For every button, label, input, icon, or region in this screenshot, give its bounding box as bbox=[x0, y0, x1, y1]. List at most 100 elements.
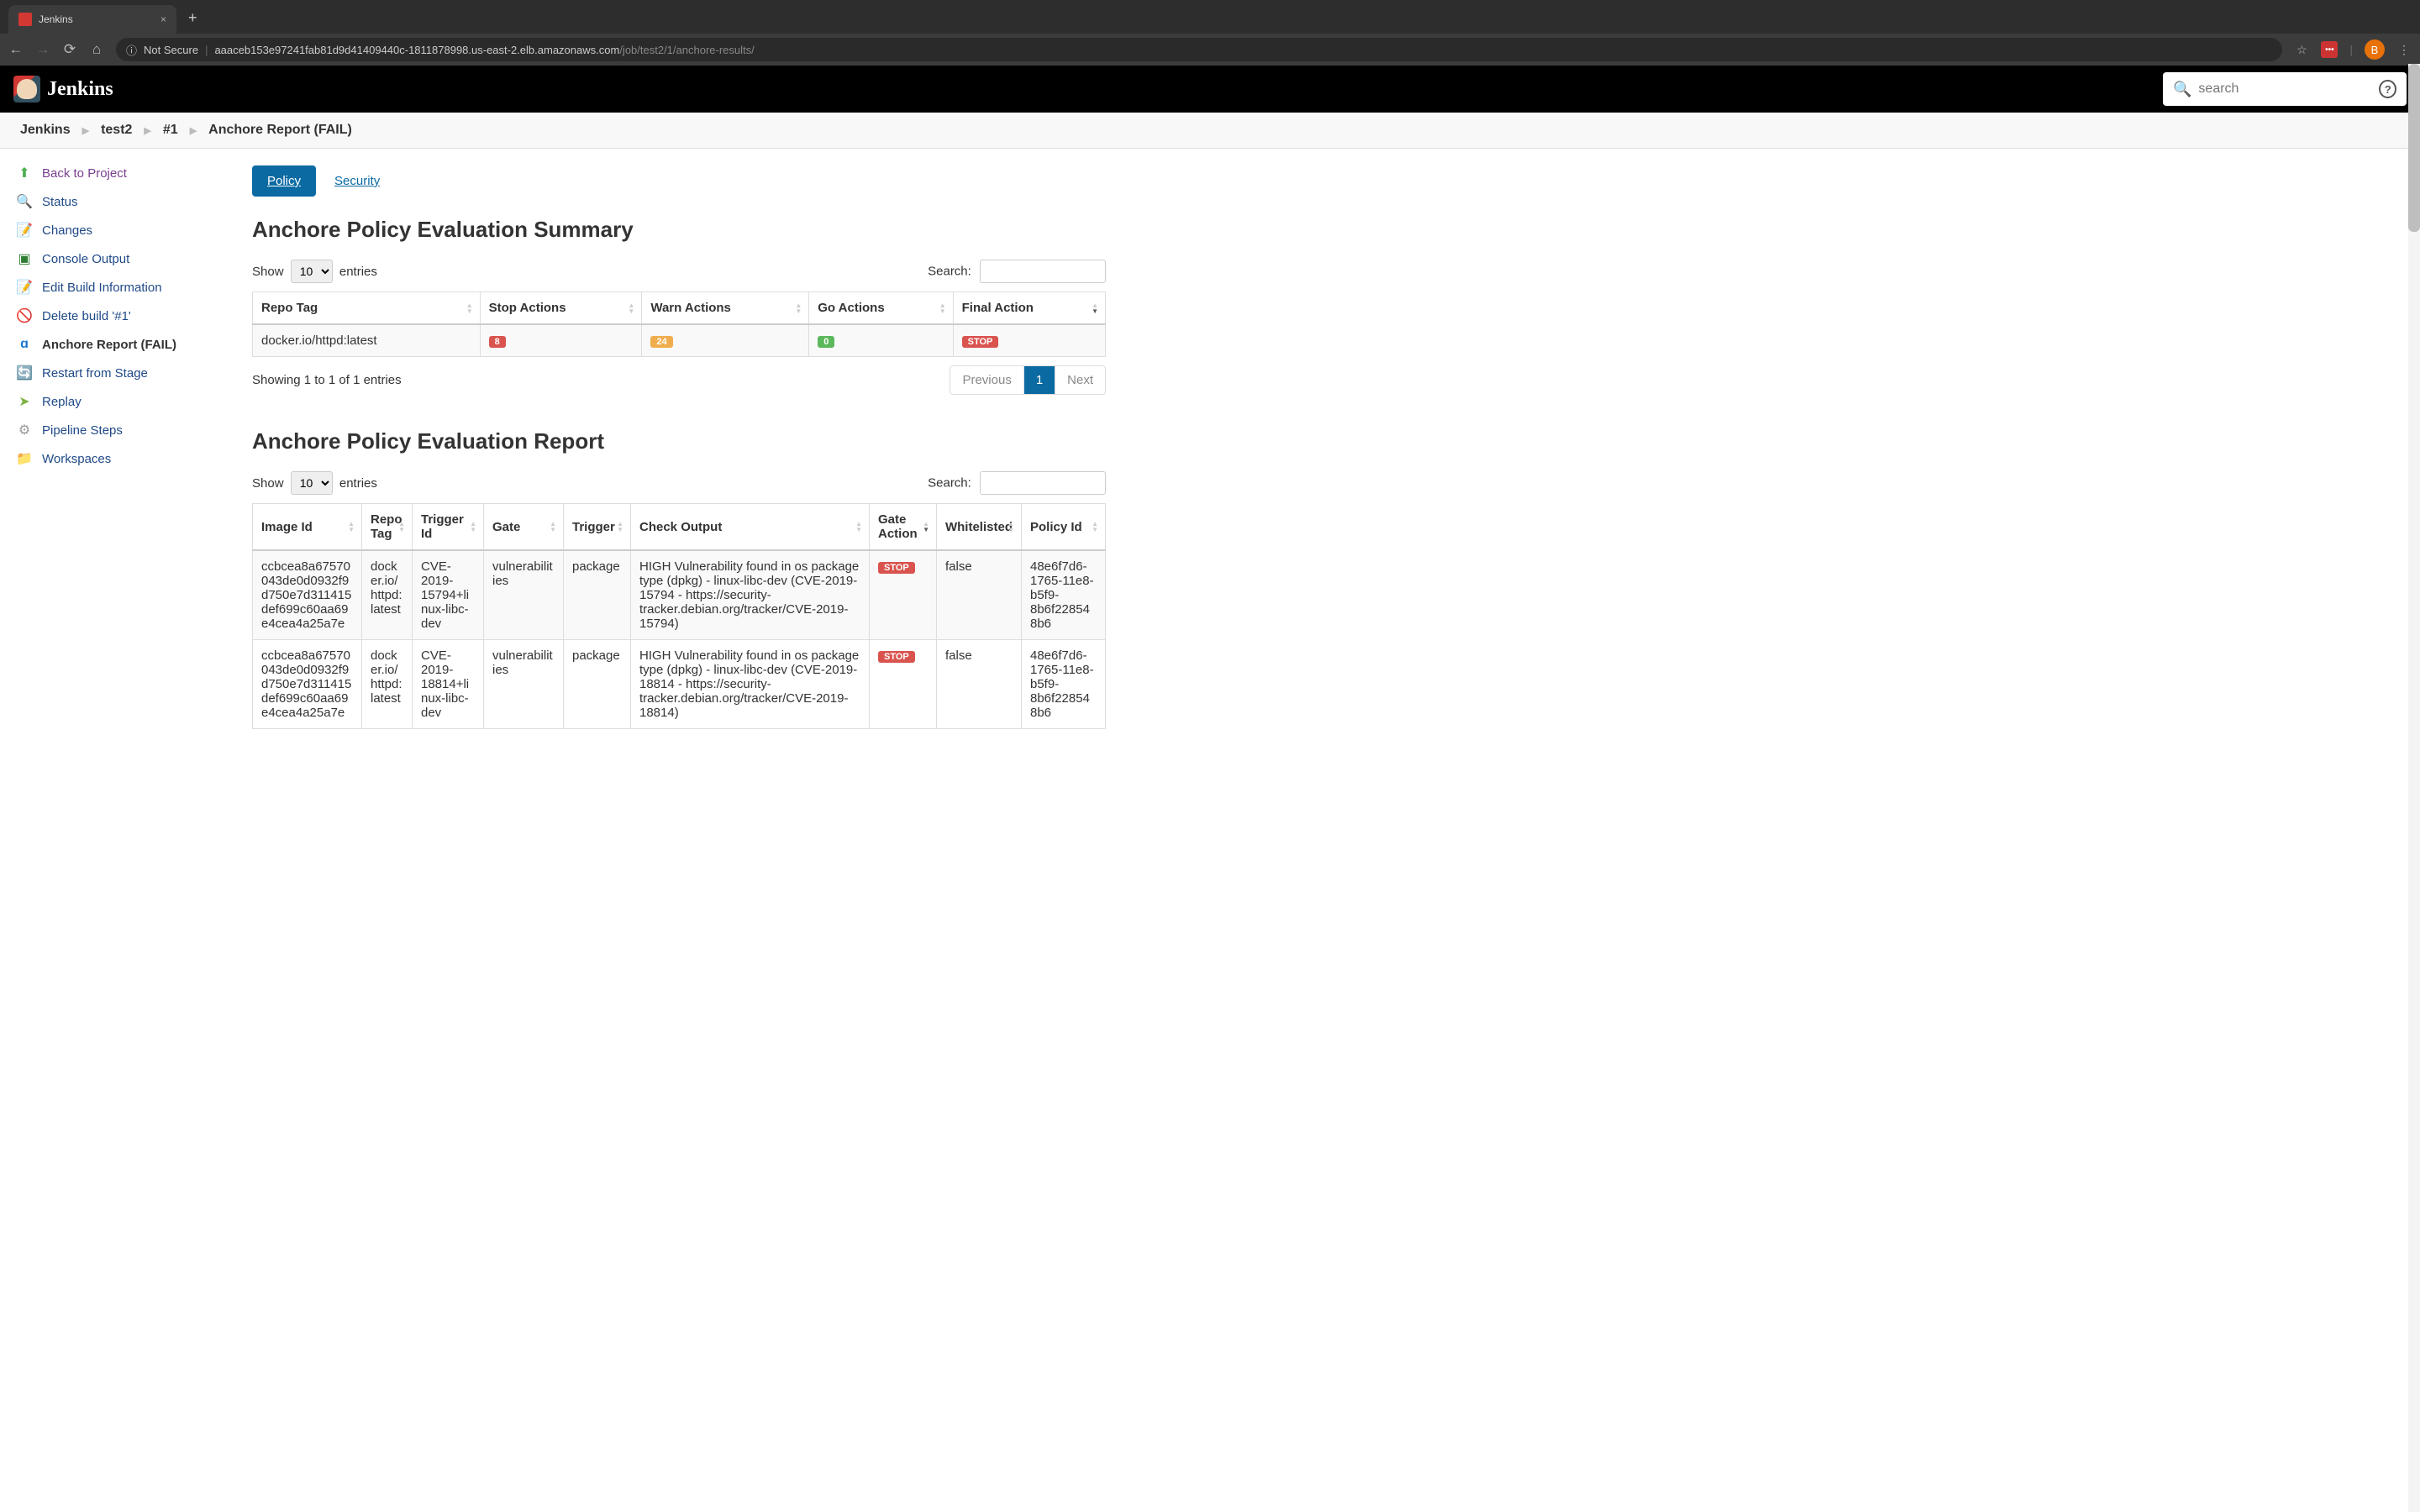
sidebar-icon: 📝 bbox=[15, 278, 34, 297]
col-gate[interactable]: Gate▲▼ bbox=[484, 504, 564, 551]
close-icon[interactable]: × bbox=[160, 13, 166, 25]
prev-button[interactable]: Previous bbox=[950, 366, 1023, 394]
sidebar-item-label: Pipeline Steps bbox=[42, 423, 123, 438]
chevron-right-icon: ▶ bbox=[144, 125, 150, 136]
forward-button: → bbox=[35, 41, 50, 58]
crumb-test2[interactable]: test2 bbox=[101, 123, 132, 138]
page-1-button[interactable]: 1 bbox=[1023, 366, 1055, 394]
sidebar-item-label: Back to Project bbox=[42, 166, 127, 181]
summary-pager: Previous 1 Next bbox=[950, 365, 1106, 395]
sidebar-item-workspaces[interactable]: 📁 Workspaces bbox=[0, 444, 252, 473]
reload-button[interactable]: ⟳ bbox=[62, 41, 77, 58]
col-whitelisted[interactable]: Whitelisted▲▼ bbox=[936, 504, 1021, 551]
help-icon[interactable]: ? bbox=[2379, 80, 2396, 98]
col-trigger-id[interactable]: Trigger Id▲▼ bbox=[413, 504, 484, 551]
jenkins-logo-icon bbox=[13, 76, 40, 102]
sidebar-item-status[interactable]: 🔍 Status bbox=[0, 187, 252, 216]
brand-text: Jenkins bbox=[47, 78, 113, 101]
address-bar: ← → ⟳ ⌂ ⓘ Not Secure | aaaceb153e97241fa… bbox=[0, 34, 2420, 66]
report-table: Image Id▲▼ Repo Tag▲▼ Trigger Id▲▼ Gate▲… bbox=[252, 503, 1106, 729]
go-badge: 0 bbox=[818, 336, 834, 348]
tab-security[interactable]: Security bbox=[319, 165, 395, 197]
home-button[interactable]: ⌂ bbox=[89, 41, 104, 58]
report-title: Anchore Policy Evaluation Report bbox=[252, 428, 1106, 454]
table-row: docker.io/httpd:latest 8 24 0 STOP bbox=[253, 324, 1106, 357]
summary-info: Showing 1 to 1 of 1 entries bbox=[252, 373, 402, 387]
url-box[interactable]: ⓘ Not Secure | aaaceb153e97241fab81d9d41… bbox=[116, 38, 2282, 61]
crumb-build[interactable]: #1 bbox=[163, 123, 178, 138]
sidebar-item-label: Workspaces bbox=[42, 452, 111, 466]
sidebar-item-label: Console Output bbox=[42, 252, 129, 266]
sidebar-item-label: Status bbox=[42, 195, 78, 209]
report-page-size-select[interactable]: 10 bbox=[291, 471, 333, 495]
sidebar-icon: 🔄 bbox=[15, 364, 34, 382]
sidebar-icon: 📁 bbox=[15, 449, 34, 468]
report-search-input[interactable] bbox=[980, 471, 1106, 495]
sidebar-item-back-to-project[interactable]: ⬆ Back to Project bbox=[0, 159, 252, 187]
sidebar-item-label: Anchore Report (FAIL) bbox=[42, 338, 176, 352]
summary-title: Anchore Policy Evaluation Summary bbox=[252, 217, 1106, 243]
browser-tab-title: Jenkins bbox=[39, 13, 154, 25]
summary-page-size-select[interactable]: 10 bbox=[291, 260, 333, 283]
sidebar-item-delete-build-1-[interactable]: 🚫Delete build '#1' bbox=[0, 302, 252, 330]
sidebar-item-edit-build-information[interactable]: 📝Edit Build Information bbox=[0, 273, 252, 302]
chevron-right-icon: ▶ bbox=[190, 125, 197, 136]
jenkins-logo[interactable]: Jenkins bbox=[13, 76, 113, 102]
profile-avatar[interactable]: B bbox=[2365, 39, 2385, 60]
sidebar: ⬆ Back to Project 🔍 Status 📝Changes▣Console … bbox=[0, 149, 252, 763]
gate-action-badge: STOP bbox=[878, 562, 915, 574]
chevron-right-icon: ▶ bbox=[82, 125, 89, 136]
sidebar-item-label: Restart from Stage bbox=[42, 366, 148, 381]
sidebar-icon: ⬆ bbox=[15, 164, 34, 182]
stop-badge: 8 bbox=[489, 336, 506, 348]
browser-tab[interactable]: Jenkins × bbox=[8, 5, 176, 34]
search-box[interactable]: 🔍 ? bbox=[2163, 72, 2407, 106]
col-stop[interactable]: Stop Actions▲▼ bbox=[480, 292, 642, 325]
table-row: ccbcea8a67570043de0d0932f9d750e7d311415d… bbox=[253, 640, 1106, 729]
tab-policy[interactable]: Policy bbox=[252, 165, 316, 197]
col-go[interactable]: Go Actions▲▼ bbox=[809, 292, 953, 325]
col-gate-action[interactable]: Gate Action▲▼ bbox=[869, 504, 936, 551]
col-image-id[interactable]: Image Id▲▼ bbox=[253, 504, 362, 551]
sidebar-item-changes[interactable]: 📝Changes bbox=[0, 216, 252, 244]
info-icon[interactable]: ⓘ bbox=[126, 42, 137, 58]
browser-tab-bar: Jenkins × + bbox=[0, 0, 2420, 34]
sidebar-icon: 📝 bbox=[15, 221, 34, 239]
main-content: Policy Security Anchore Policy Evaluatio… bbox=[252, 149, 1126, 763]
summary-search-input[interactable] bbox=[980, 260, 1106, 283]
sidebar-icon: 🚫 bbox=[15, 307, 34, 325]
back-button[interactable]: ← bbox=[8, 41, 24, 58]
col-policy-id[interactable]: Policy Id▲▼ bbox=[1022, 504, 1106, 551]
search-input[interactable] bbox=[2198, 81, 2372, 97]
col-warn[interactable]: Warn Actions▲▼ bbox=[642, 292, 809, 325]
extension-badge[interactable]: ••• bbox=[2321, 41, 2338, 58]
crumb-jenkins[interactable]: Jenkins bbox=[20, 123, 71, 138]
browser-chrome: Jenkins × + ← → ⟳ ⌂ ⓘ Not Secure | aaace… bbox=[0, 0, 2420, 66]
sidebar-icon: ➤ bbox=[15, 392, 34, 411]
breadcrumb: Jenkins ▶ test2 ▶ #1 ▶ Anchore Report (F… bbox=[0, 113, 2420, 149]
col-check-output[interactable]: Check Output▲▼ bbox=[631, 504, 870, 551]
jenkins-header: Jenkins 🔍 ? bbox=[0, 66, 2420, 113]
sidebar-item-replay[interactable]: ➤ Replay bbox=[0, 387, 252, 416]
sidebar-item-pipeline-steps[interactable]: ⚙ Pipeline Steps bbox=[0, 416, 252, 444]
col-repo-tag[interactable]: Repo Tag▲▼ bbox=[362, 504, 413, 551]
new-tab-button[interactable]: + bbox=[176, 3, 209, 34]
jenkins-favicon bbox=[18, 13, 32, 26]
sidebar-icon: 🔍 bbox=[15, 192, 34, 211]
scrollbar-thumb[interactable] bbox=[2408, 64, 2420, 232]
summary-table: Repo Tag▲▼ Stop Actions▲▼ Warn Actions▲▼… bbox=[252, 291, 1106, 357]
scrollbar[interactable] bbox=[2408, 64, 2420, 1512]
sidebar-item-label: Replay bbox=[42, 395, 82, 409]
next-button[interactable]: Next bbox=[1055, 366, 1105, 394]
browser-menu-icon[interactable]: ⋮ bbox=[2396, 42, 2412, 57]
sidebar-item-console-output[interactable]: ▣Console Output bbox=[0, 244, 252, 273]
col-trigger[interactable]: Trigger▲▼ bbox=[564, 504, 631, 551]
sidebar-item-anchore-report-fail-[interactable]: ɑAnchore Report (FAIL) bbox=[0, 330, 252, 359]
sidebar-icon: ⚙ bbox=[15, 421, 34, 439]
sidebar-item-restart-from-stage[interactable]: 🔄 Restart from Stage bbox=[0, 359, 252, 387]
bookmark-star-icon[interactable]: ☆ bbox=[2294, 42, 2309, 57]
col-repo-tag[interactable]: Repo Tag▲▼ bbox=[253, 292, 481, 325]
search-icon: 🔍 bbox=[2173, 81, 2191, 98]
crumb-report: Anchore Report (FAIL) bbox=[208, 123, 352, 138]
col-final[interactable]: Final Action▲▼ bbox=[953, 292, 1105, 325]
